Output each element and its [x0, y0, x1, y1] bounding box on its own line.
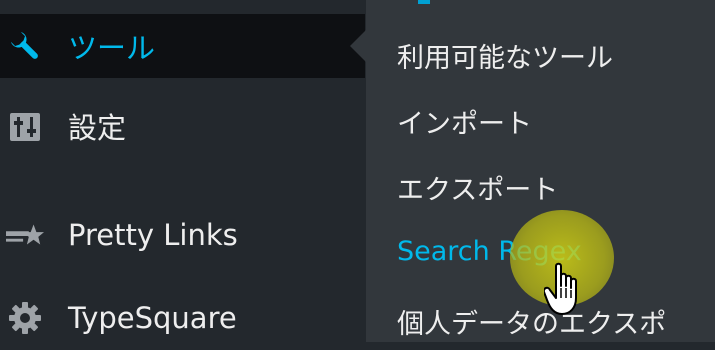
- submenu-item-import[interactable]: インポート: [397, 102, 532, 141]
- sidebar-item-label: ツール: [68, 31, 156, 65]
- sidebar-item-typesquare[interactable]: TypeSquare: [0, 286, 365, 350]
- submenu-pointer: [350, 30, 366, 62]
- settings-sliders-icon: [6, 107, 44, 145]
- sidebar-item-label: TypeSquare: [68, 301, 237, 335]
- submenu-item-export[interactable]: エクスポート: [397, 168, 558, 207]
- sidebar-item-settings[interactable]: 設定: [0, 94, 365, 158]
- sidebar-item-label: Pretty Links: [68, 218, 238, 252]
- sidebar-item-label: 設定: [68, 111, 127, 145]
- gear-icon: [6, 299, 44, 337]
- submenu-item-available-tools[interactable]: 利用可能なツール: [397, 36, 613, 75]
- wrench-icon: [6, 27, 44, 65]
- hand-pointer-cursor-icon: [542, 262, 588, 318]
- submenu-top-accent: [418, 0, 430, 4]
- pretty-links-star-icon: [6, 216, 44, 254]
- admin-sidebar: ツール 設定 Pretty Links TypeSquare: [0, 0, 365, 342]
- sidebar-item-tools[interactable]: ツール: [0, 14, 365, 78]
- submenu-item-personal-data-export[interactable]: 個人データのエクスポ: [397, 302, 666, 341]
- sidebar-item-pretty-links[interactable]: Pretty Links: [0, 203, 365, 267]
